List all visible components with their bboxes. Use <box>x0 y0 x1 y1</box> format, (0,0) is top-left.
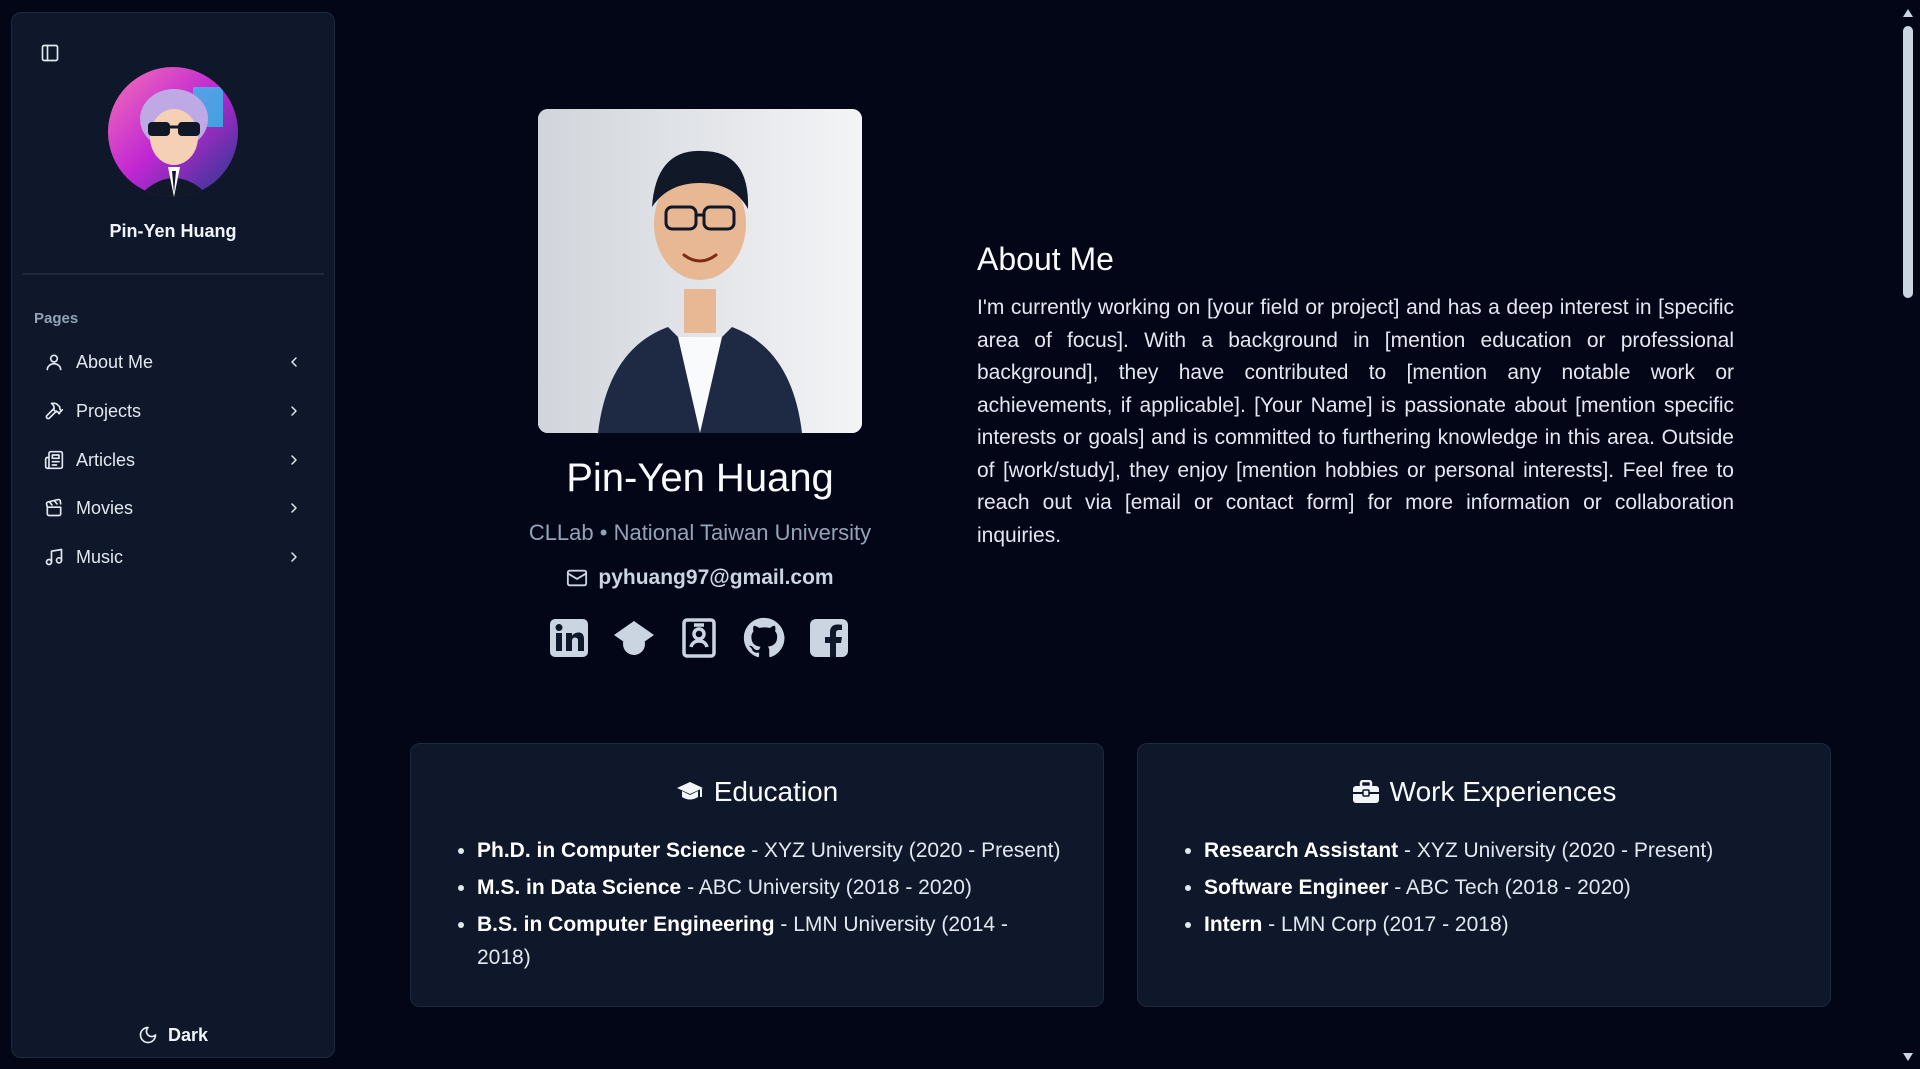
degree-name: M.S. in Data Science <box>477 876 682 899</box>
degree-name: Ph.D. in Computer Science <box>477 839 746 862</box>
user-icon <box>43 351 65 373</box>
role-name: Intern <box>1204 913 1263 936</box>
education-card: Education Ph.D. in Computer Science - XY… <box>410 743 1104 1007</box>
sidebar-item-movies[interactable]: Movies <box>23 486 325 530</box>
list-item: Ph.D. in Computer Science - XYZ Universi… <box>477 834 1063 867</box>
github-icon <box>743 617 785 658</box>
about-text: I'm currently working on [your field or … <box>977 296 1734 547</box>
linkedin-link[interactable] <box>548 616 590 660</box>
facebook-icon <box>810 619 848 657</box>
sidebar-item-about-me[interactable]: About Me <box>23 340 325 384</box>
education-title: Education <box>713 776 839 807</box>
sidebar-item-label: Music <box>76 546 124 567</box>
list-item: Research Assistant - XYZ University (202… <box>1204 834 1790 867</box>
sidebar: Pin-Yen Huang Pages About Me Projects Ar… <box>11 12 335 1058</box>
degree-name: B.S. in Computer Engineering <box>477 913 775 936</box>
role-detail: - ABC Tech (2018 - 2020) <box>1388 876 1631 899</box>
sidebar-item-music[interactable]: Music <box>23 535 325 579</box>
scroll-up-arrow-icon[interactable] <box>1902 8 1914 18</box>
social-links <box>548 616 850 660</box>
avatar <box>108 67 238 197</box>
chevron-right-icon <box>285 402 303 420</box>
briefcase-icon <box>1352 780 1379 803</box>
chevron-left-icon <box>285 353 303 371</box>
linkedin-icon <box>550 619 588 657</box>
list-item: Software Engineer - ABC Tech (2018 - 202… <box>1204 871 1790 904</box>
education-header: Education <box>411 776 1103 808</box>
scrollbar[interactable] <box>1896 0 1920 1069</box>
theme-toggle-label: Dark <box>167 1024 209 1045</box>
sidebar-item-label: Movies <box>76 497 134 518</box>
sidebar-section-label: Pages <box>34 310 79 327</box>
github-link[interactable] <box>743 616 785 660</box>
role-detail: - LMN Corp (2017 - 2018) <box>1262 913 1509 936</box>
clapperboard-icon <box>43 497 65 519</box>
sidebar-toggle-icon <box>41 44 59 62</box>
degree-detail: - ABC University (2018 - 2020) <box>681 876 972 899</box>
profile-photo <box>538 109 862 433</box>
sidebar-item-label: Articles <box>76 449 136 470</box>
work-list: Research Assistant - XYZ University (202… <box>1204 834 1790 945</box>
chevron-right-icon <box>285 499 303 517</box>
contact-card-icon <box>682 618 716 658</box>
chevron-right-icon <box>285 548 303 566</box>
google-scholar-link[interactable] <box>613 616 655 660</box>
sidebar-item-projects[interactable]: Projects <box>23 389 325 433</box>
sidebar-user-name: Pin-Yen Huang <box>109 221 237 241</box>
google-scholar-icon <box>614 621 654 655</box>
role-name: Research Assistant <box>1204 839 1399 862</box>
list-item: B.S. in Computer Engineering - LMN Unive… <box>477 908 1063 974</box>
facebook-link[interactable] <box>808 616 850 660</box>
sidebar-item-label: Projects <box>76 400 142 421</box>
contact-card-link[interactable] <box>678 616 720 660</box>
newspaper-icon <box>43 449 65 471</box>
sidebar-toggle-button[interactable] <box>32 35 68 71</box>
work-header: Work Experiences <box>1138 776 1830 808</box>
hammer-icon <box>43 400 65 422</box>
work-card: Work Experiences Research Assistant - XY… <box>1137 743 1831 1007</box>
profile-affiliation: CLLab • National Taiwan University <box>528 520 872 545</box>
scroll-down-arrow-icon[interactable] <box>1902 1052 1914 1062</box>
sidebar-divider <box>23 273 324 275</box>
list-item: Intern - LMN Corp (2017 - 2018) <box>1204 908 1790 941</box>
email-text: pyhuang97@gmail.com <box>598 566 834 589</box>
role-name: Software Engineer <box>1204 876 1389 899</box>
list-item: M.S. in Data Science - ABC University (2… <box>477 871 1063 904</box>
work-title: Work Experiences <box>1389 776 1617 807</box>
moon-icon <box>139 1026 157 1044</box>
education-list: Ph.D. in Computer Science - XYZ Universi… <box>477 834 1063 978</box>
graduation-cap-icon <box>676 782 703 800</box>
email-link[interactable]: pyhuang97@gmail.com <box>470 566 930 590</box>
profile-name: Pin-Yen Huang <box>566 456 834 500</box>
page: Pin-Yen Huang Pages About Me Projects Ar… <box>0 0 1920 1069</box>
degree-detail: - XYZ University (2020 - Present) <box>745 839 1061 862</box>
chevron-right-icon <box>285 451 303 469</box>
mail-icon <box>567 569 588 587</box>
sidebar-item-label: About Me <box>76 351 154 372</box>
role-detail: - XYZ University (2020 - Present) <box>1398 839 1714 862</box>
scrollbar-thumb[interactable] <box>1903 26 1913 298</box>
sidebar-item-articles[interactable]: Articles <box>23 438 325 482</box>
about-title: About Me <box>977 241 1114 277</box>
theme-toggle-button[interactable]: Dark <box>12 1013 334 1057</box>
music-icon <box>43 546 65 568</box>
